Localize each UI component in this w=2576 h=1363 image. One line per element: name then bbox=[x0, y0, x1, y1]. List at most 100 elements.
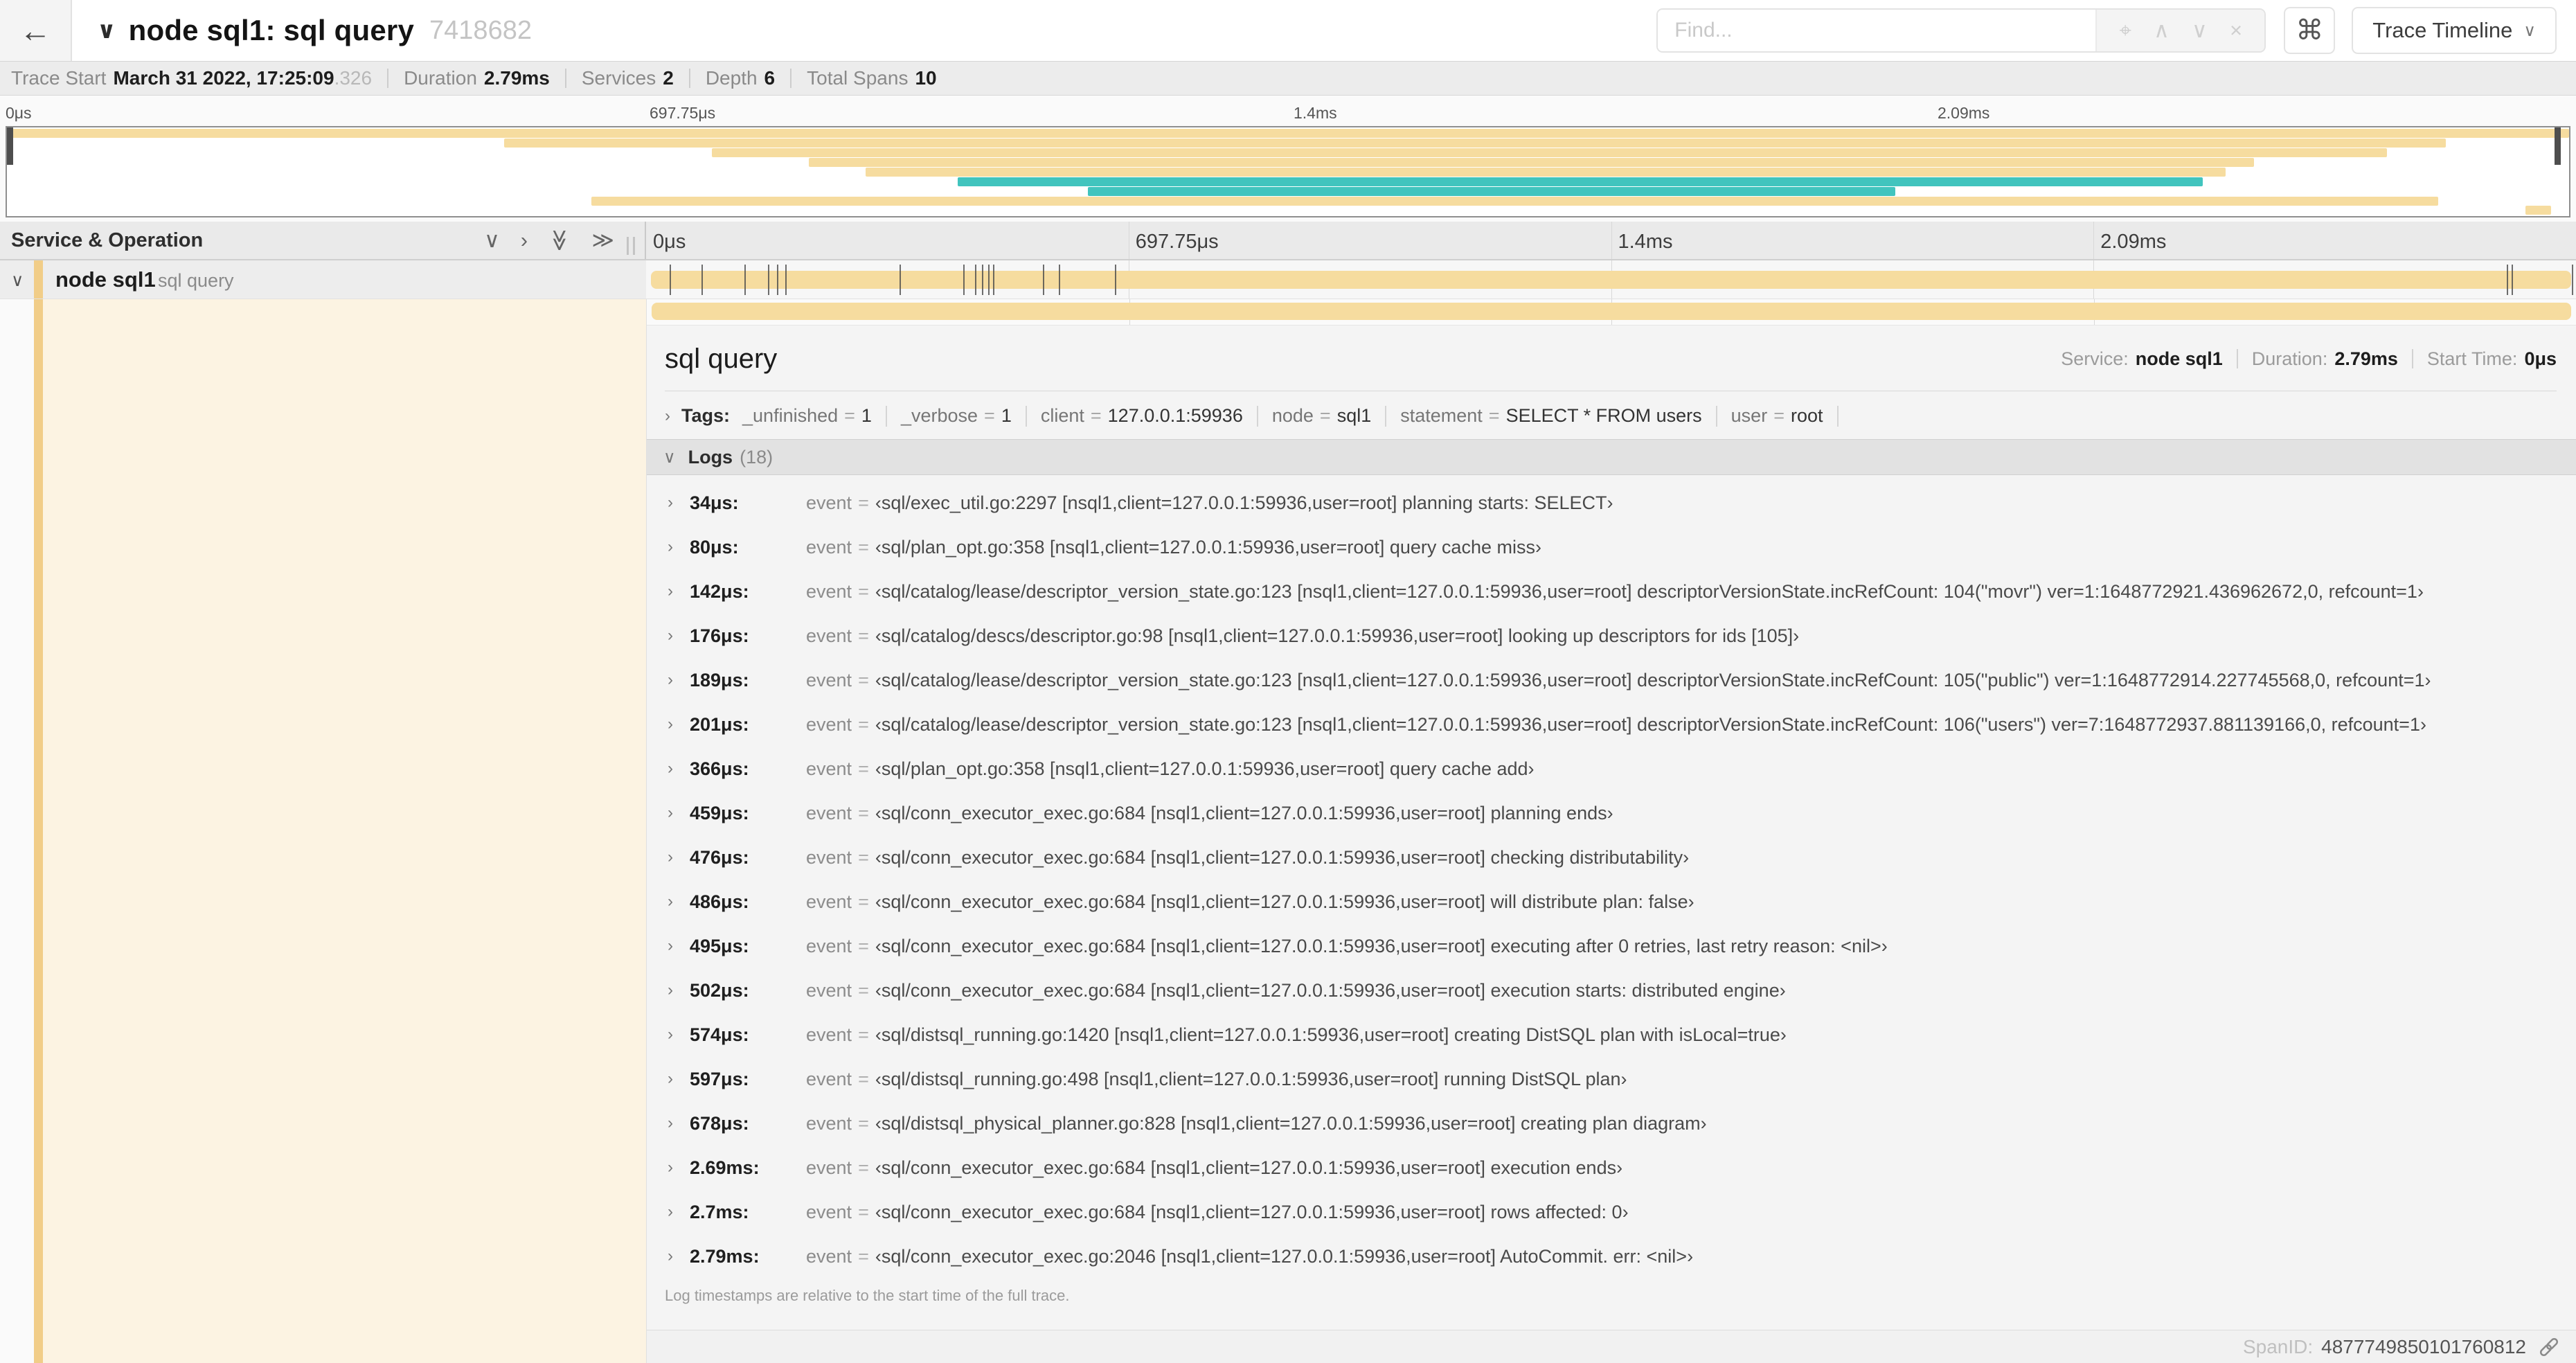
log-field-value: ‹sql/plan_opt.go:358 [nsql1,client=127.0… bbox=[875, 536, 1541, 558]
minimap-left-drag-handle[interactable] bbox=[7, 127, 13, 165]
span-duration-bar[interactable] bbox=[651, 271, 2571, 289]
link-icon[interactable] bbox=[2537, 1335, 2561, 1359]
collapse-expand-icon[interactable]: › bbox=[521, 228, 528, 253]
collapse-expand-icon[interactable]: ≫ bbox=[592, 228, 614, 253]
chevron-right-icon[interactable]: › bbox=[665, 1025, 690, 1044]
log-row[interactable]: › 574μs: event = ‹sql/distsql_running.go… bbox=[665, 1013, 2557, 1057]
minimap-span-bar bbox=[7, 129, 2569, 138]
chevron-right-icon[interactable]: › bbox=[665, 936, 690, 956]
keyboard-shortcuts-button[interactable]: ⌘ bbox=[2284, 7, 2336, 54]
chevron-down-icon: ∨ bbox=[2523, 21, 2536, 40]
span-id-value: 4877749850101760812 bbox=[2321, 1335, 2526, 1357]
log-timestamp: 495μs: bbox=[690, 935, 749, 956]
find-control-icon[interactable]: ∧ bbox=[2154, 18, 2170, 43]
chevron-right-icon[interactable]: › bbox=[665, 582, 690, 601]
log-event-tick bbox=[963, 265, 965, 295]
chevron-right-icon[interactable]: › bbox=[665, 626, 690, 645]
log-event-tick bbox=[1115, 265, 1117, 295]
chevron-right-icon[interactable]: › bbox=[665, 1202, 690, 1222]
chevron-right-icon[interactable]: › bbox=[665, 1247, 690, 1266]
log-field-value: ‹sql/catalog/lease/descriptor_version_st… bbox=[875, 713, 2426, 735]
log-row[interactable]: › 476μs: event = ‹sql/conn_executor_exec… bbox=[665, 835, 2557, 880]
back-button[interactable]: ← bbox=[0, 0, 72, 61]
log-row[interactable]: › 176μs: event = ‹sql/catalog/descs/desc… bbox=[665, 614, 2557, 658]
log-field-equals: = bbox=[858, 935, 869, 956]
log-row[interactable]: › 2.7ms: event = ‹sql/conn_executor_exec… bbox=[665, 1190, 2557, 1234]
timeline-tick-label: 697.75μs bbox=[1135, 231, 1219, 253]
span-meta: Service: node sql1 Duration: 2.79ms Star… bbox=[2061, 348, 2557, 370]
find-input[interactable] bbox=[1658, 10, 2096, 51]
tag-equals: = bbox=[1773, 405, 1785, 426]
chevron-right-icon[interactable]: › bbox=[665, 670, 690, 690]
log-field-value: ‹sql/conn_executor_exec.go:684 [nsql1,cl… bbox=[875, 935, 1888, 956]
find-control-icon[interactable]: ∨ bbox=[2192, 18, 2208, 43]
chevron-right-icon[interactable]: › bbox=[665, 848, 690, 867]
chevron-right-icon[interactable]: › bbox=[665, 1158, 690, 1177]
span-row-name-cell[interactable]: ∨ node sql1 sql query bbox=[0, 260, 646, 299]
log-row[interactable]: › 34μs: event = ‹sql/exec_util.go:2297 [… bbox=[665, 481, 2557, 525]
trace-view-select[interactable]: Trace Timeline ∨ bbox=[2352, 7, 2557, 54]
log-event-tick bbox=[899, 265, 901, 295]
trace-view-label: Trace Timeline bbox=[2372, 18, 2513, 42]
log-field-value: ‹sql/distsql_running.go:1420 [nsql1,clie… bbox=[875, 1024, 1787, 1045]
selected-span-bar-row bbox=[647, 299, 2576, 325]
logs-section-header[interactable]: ∨ Logs (18) bbox=[647, 439, 2576, 475]
chevron-right-icon[interactable]: › bbox=[665, 493, 690, 513]
logs-list: › 34μs: event = ‹sql/exec_util.go:2297 [… bbox=[665, 481, 2557, 1279]
chevron-right-icon[interactable]: › bbox=[665, 715, 690, 734]
log-row[interactable]: › 2.69ms: event = ‹sql/conn_executor_exe… bbox=[665, 1146, 2557, 1190]
tag-value: 1 bbox=[1001, 405, 1012, 426]
title-bar: ← ∨ node sql1: sql query 7418682 ⌖ ∧ ∨ ×… bbox=[0, 0, 2576, 61]
log-row[interactable]: › 597μs: event = ‹sql/distsql_running.go… bbox=[665, 1057, 2557, 1101]
chevron-down-icon[interactable]: ∨ bbox=[663, 447, 676, 467]
collapse-trace-icon[interactable]: ∨ bbox=[97, 17, 116, 44]
minimap-right-drag-handle[interactable] bbox=[2555, 127, 2561, 165]
minimap-tick-label: 2.09ms bbox=[1938, 104, 1990, 122]
log-row[interactable]: › 80μs: event = ‹sql/plan_opt.go:358 [ns… bbox=[665, 525, 2557, 569]
log-field-value: ‹sql/conn_executor_exec.go:684 [nsql1,cl… bbox=[875, 802, 1613, 823]
find-control-icon[interactable]: ⌖ bbox=[2119, 18, 2131, 44]
log-row[interactable]: › 366μs: event = ‹sql/plan_opt.go:358 [n… bbox=[665, 747, 2557, 791]
chevron-right-icon[interactable]: › bbox=[665, 892, 690, 911]
chevron-right-icon[interactable]: › bbox=[665, 407, 670, 426]
log-field-equals: = bbox=[858, 891, 869, 912]
chevron-right-icon[interactable]: › bbox=[665, 537, 690, 557]
log-row[interactable]: › 495μs: event = ‹sql/conn_executor_exec… bbox=[665, 924, 2557, 968]
service-color-accent bbox=[34, 299, 43, 1363]
chevron-right-icon[interactable]: › bbox=[665, 759, 690, 778]
log-timestamp: 476μs: bbox=[690, 846, 749, 868]
find-control-icon[interactable]: × bbox=[2230, 18, 2242, 43]
log-field-key: event bbox=[806, 758, 852, 779]
minimap-canvas[interactable] bbox=[6, 126, 2570, 217]
log-field-equals: = bbox=[858, 669, 869, 691]
span-row[interactable]: ∨ node sql1 sql query bbox=[0, 260, 2576, 299]
log-row[interactable]: › 678μs: event = ‹sql/distsql_physical_p… bbox=[665, 1101, 2557, 1146]
command-icon: ⌘ bbox=[2296, 15, 2324, 46]
column-resize-grip[interactable] bbox=[627, 237, 635, 255]
tag-item: _unfinished = 1 bbox=[742, 405, 901, 427]
tag-items: _unfinished = 1 _verbose = 1 client = 12… bbox=[742, 405, 1852, 427]
tags-row[interactable]: › Tags: _unfinished = 1 _verbose = 1 cli… bbox=[665, 405, 2557, 427]
chevron-right-icon[interactable]: › bbox=[665, 981, 690, 1000]
minimap-span-bar bbox=[809, 158, 2254, 167]
span-row-timeline-cell[interactable] bbox=[646, 260, 2576, 299]
log-row[interactable]: › 486μs: event = ‹sql/conn_executor_exec… bbox=[665, 880, 2557, 924]
selected-span-duration-bar[interactable] bbox=[652, 303, 2571, 320]
log-field-key: event bbox=[806, 1245, 852, 1267]
chevron-right-icon[interactable]: › bbox=[665, 803, 690, 823]
log-field-equals: = bbox=[858, 846, 869, 868]
chevron-right-icon[interactable]: › bbox=[665, 1069, 690, 1089]
log-row[interactable]: › 502μs: event = ‹sql/conn_executor_exec… bbox=[665, 968, 2557, 1013]
log-row[interactable]: › 142μs: event = ‹sql/catalog/lease/desc… bbox=[665, 569, 2557, 614]
chevron-right-icon[interactable]: › bbox=[665, 1114, 690, 1133]
depth-value: 6 bbox=[764, 67, 776, 89]
collapse-children-icon[interactable]: ∨ bbox=[11, 270, 24, 291]
collapse-expand-icon[interactable]: ∨ bbox=[484, 228, 500, 253]
log-row[interactable]: › 459μs: event = ‹sql/conn_executor_exec… bbox=[665, 791, 2557, 835]
log-row[interactable]: › 2.79ms: event = ‹sql/conn_executor_exe… bbox=[665, 1234, 2557, 1279]
collapse-expand-icon[interactable]: ≫ bbox=[547, 229, 572, 251]
log-row[interactable]: › 189μs: event = ‹sql/catalog/lease/desc… bbox=[665, 658, 2557, 702]
divider bbox=[790, 69, 792, 88]
log-row[interactable]: › 201μs: event = ‹sql/catalog/lease/desc… bbox=[665, 702, 2557, 747]
log-field-equals: = bbox=[858, 1068, 869, 1089]
